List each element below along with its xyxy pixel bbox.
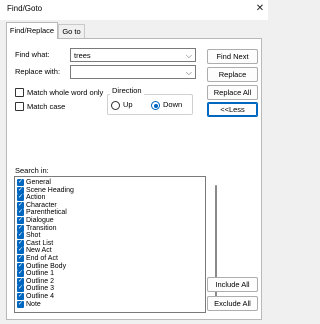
find-what-label: Find what: xyxy=(15,50,50,59)
list-item-label: Scene Heading xyxy=(26,186,74,194)
list-item-label: Outline 4 xyxy=(26,293,55,300)
replace-button[interactable]: Replace xyxy=(207,67,258,82)
chevron-down-icon[interactable]: ⌵ xyxy=(186,67,192,78)
radio-selected-dot xyxy=(153,103,158,108)
checkbox-checked-icon[interactable]: ✓ xyxy=(17,277,24,285)
less-button[interactable]: <<Less xyxy=(207,102,258,117)
direction-down-label[interactable]: Down xyxy=(163,100,182,110)
checkbox-checked-icon[interactable]: ✓ xyxy=(17,247,24,255)
find-next-button[interactable]: Find Next xyxy=(207,49,258,64)
list-item-label: Dialogue xyxy=(26,217,54,224)
search-in-label: Search in: xyxy=(15,166,49,175)
include-all-button[interactable]: Include All xyxy=(207,277,258,292)
chevron-down-icon[interactable]: ⌵ xyxy=(186,50,192,61)
direction-down-radio[interactable] xyxy=(151,101,160,110)
list-item-label: Note xyxy=(26,300,41,308)
list-item-label: Transition xyxy=(26,224,57,232)
match-whole-word-label[interactable]: Match whole word only xyxy=(27,88,103,98)
checkbox-checked-icon[interactable]: ✓ xyxy=(17,300,24,308)
checkbox-checked-icon[interactable]: ✓ xyxy=(17,262,24,270)
match-whole-word-checkbox[interactable] xyxy=(15,88,24,97)
tab-go-to[interactable]: Go to xyxy=(58,24,85,38)
checkbox-checked-icon[interactable]: ✓ xyxy=(17,293,24,300)
list-item-label: Character xyxy=(26,201,57,209)
match-case-checkbox[interactable] xyxy=(15,102,24,111)
replace-with-label: Replace with: xyxy=(15,67,61,76)
list-item-label: Parenthetical xyxy=(26,209,67,217)
list-item-label: Outline 3 xyxy=(26,285,55,293)
list-item-label: Shot xyxy=(26,232,41,240)
checkbox-checked-icon[interactable]: ✓ xyxy=(17,186,24,194)
exclude-all-button[interactable]: Exclude All xyxy=(207,296,258,311)
direction-up-label[interactable]: Up xyxy=(123,100,133,110)
checkbox-checked-icon[interactable]: ✓ xyxy=(17,217,24,224)
find-what-value: trees xyxy=(74,51,91,60)
list-item-label: End of Act xyxy=(26,255,58,262)
list-item-label: Action xyxy=(26,194,46,202)
list-item-label: Outline 1 xyxy=(26,270,55,278)
tab-find-replace[interactable]: Find/Replace xyxy=(6,22,58,39)
checkbox-checked-icon[interactable]: ✓ xyxy=(17,285,24,293)
checkbox-checked-icon[interactable]: ✓ xyxy=(17,194,24,202)
direction-up-radio[interactable] xyxy=(111,101,120,110)
search-in-items: ✓ General ✓ Scene Heading ✓ Action ✓ Character ✓… xyxy=(14,176,206,313)
direction-label: Direction xyxy=(110,86,144,96)
replace-with-combobox[interactable]: ⌵ xyxy=(70,65,196,79)
list-item-label: Outline Body xyxy=(26,262,67,270)
list-item-label: New Act xyxy=(26,247,52,255)
checkbox-checked-icon[interactable]: ✓ xyxy=(17,224,24,232)
list-item-label: General xyxy=(26,179,51,186)
list-item-label: Outline 2 xyxy=(26,277,55,285)
match-case-label[interactable]: Match case xyxy=(27,102,65,112)
checkbox-checked-icon[interactable]: ✓ xyxy=(17,232,24,240)
find-what-combobox[interactable]: trees ⌵ xyxy=(70,48,196,62)
checkbox-checked-icon[interactable]: ✓ xyxy=(17,179,24,186)
checkbox-checked-icon[interactable]: ✓ xyxy=(17,209,24,217)
checkbox-checked-icon[interactable]: ✓ xyxy=(17,270,24,278)
list-item-label: Cast List xyxy=(26,239,54,247)
checkbox-checked-icon[interactable]: ✓ xyxy=(17,201,24,209)
checkbox-checked-icon[interactable]: ✓ xyxy=(17,239,24,247)
replace-all-button[interactable]: Replace All xyxy=(207,85,258,100)
close-icon[interactable]: ✕ xyxy=(253,2,267,16)
checkbox-checked-icon[interactable]: ✓ xyxy=(17,255,24,262)
window-title: Find/Goto xyxy=(7,4,43,13)
